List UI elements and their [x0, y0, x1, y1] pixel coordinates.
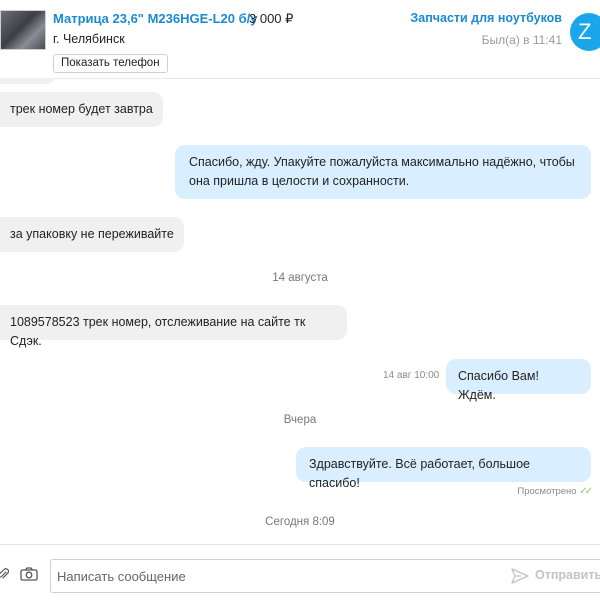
message-list[interactable]: трек номер будет завтра Спасибо, жду. Уп…: [0, 78, 600, 544]
message-input[interactable]: [57, 566, 497, 586]
read-status-label: Просмотрено: [517, 486, 577, 497]
message-text: трек номер будет завтра: [10, 102, 153, 116]
chat-header: Матрица 23,6" M236HGE-L20 б/у 3 000 ₽ г.…: [0, 0, 600, 79]
message-input-wrapper: Отправить: [50, 559, 600, 593]
read-status: Просмотрено ✓✓: [517, 486, 593, 497]
listing-city: г. Челябинск: [53, 32, 125, 46]
message-composer: Отправить: [0, 544, 600, 601]
date-separator: Сегодня 8:09: [265, 516, 335, 528]
incoming-message: трек номер будет завтра: [0, 92, 163, 127]
paperclip-icon[interactable]: [0, 567, 10, 579]
listing-category-link[interactable]: Запчасти для ноутбуков: [410, 11, 562, 25]
incoming-message: за упаковку не переживайте: [0, 217, 184, 252]
message-text: Спасибо Вам! Ждём.: [458, 369, 539, 402]
double-check-icon: ✓✓: [579, 486, 593, 497]
outgoing-message: Спасибо Вам! Ждём.: [446, 359, 591, 402]
date-separator: 14 августа: [272, 272, 328, 284]
message-text: 1089578523 трек номер, отслеживание на с…: [10, 315, 306, 348]
listing-title-link[interactable]: Матрица 23,6" M236HGE-L20 б/у: [53, 11, 258, 26]
incoming-message: 1089578523 трек номер, отслеживание на с…: [0, 305, 347, 348]
date-separator: Вчера: [283, 414, 317, 426]
send-button[interactable]: Отправить: [511, 560, 600, 592]
send-button-label: Отправить: [535, 568, 600, 582]
listing-price: 3 000 ₽: [249, 11, 294, 26]
show-phone-button[interactable]: Показать телефон: [53, 54, 168, 73]
outgoing-message: Спасибо, жду. Упакуйте пожалуйста максим…: [175, 145, 591, 199]
message-text: Здравствуйте. Всё работает, большое спас…: [309, 457, 530, 490]
message-text: Спасибо, жду. Упакуйте пожалуйста максим…: [189, 155, 575, 188]
message-time: 14 авг 10:00: [383, 370, 440, 381]
send-icon: [511, 568, 529, 584]
camera-icon[interactable]: [20, 567, 38, 581]
outgoing-message: Здравствуйте. Всё работает, большое спас…: [296, 447, 591, 490]
last-seen-status: Был(а) в 11:41: [481, 33, 562, 47]
listing-thumbnail[interactable]: [0, 10, 46, 50]
message-text: за упаковку не переживайте: [10, 227, 174, 241]
avatar[interactable]: Z: [570, 13, 600, 51]
previous-message-fragment: [0, 78, 56, 84]
